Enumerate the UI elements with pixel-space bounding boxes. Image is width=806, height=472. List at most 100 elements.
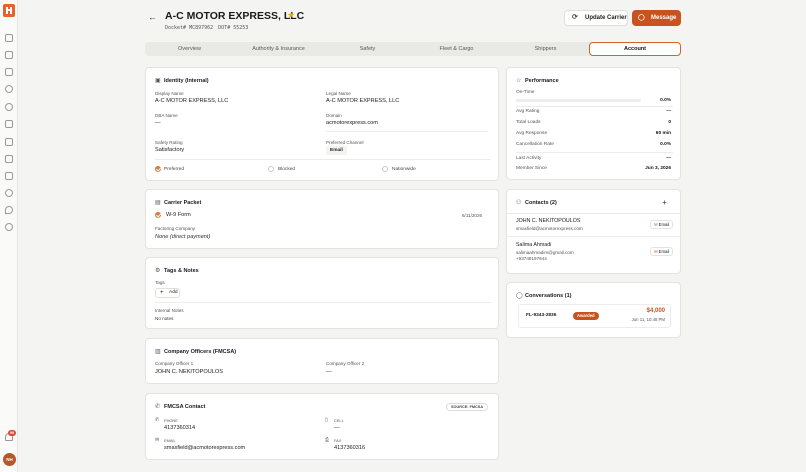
contact-name: Salima Ahmadi bbox=[516, 242, 552, 248]
fax-label: FAX bbox=[334, 438, 342, 443]
email-value[interactable]: smaxfield@acmotorexpress.com bbox=[164, 445, 245, 451]
globe-icon[interactable] bbox=[5, 103, 13, 111]
contact-email-button[interactable]: ✉Email bbox=[650, 220, 674, 229]
shipment-icon[interactable] bbox=[5, 138, 13, 146]
cell-label: CELL bbox=[334, 418, 344, 423]
contacts-card: ⚇ Contacts (2) + JOHN C. NEKITOPOULOS sm… bbox=[506, 189, 682, 274]
document-icon[interactable] bbox=[5, 155, 13, 163]
phone-value[interactable]: 4137360314 bbox=[164, 425, 195, 431]
w9-check-icon bbox=[155, 212, 161, 218]
display-name-value[interactable]: A-C MOTOR EXPRESS, LLC bbox=[155, 98, 228, 104]
factoring-value[interactable]: None (direct payment) bbox=[155, 234, 210, 240]
avatar[interactable]: NH bbox=[3, 453, 16, 466]
id-card-icon: ▣ bbox=[155, 78, 161, 84]
phone-icon: ✆ bbox=[155, 404, 161, 410]
internal-notes-label: Internal Notes bbox=[155, 308, 184, 313]
users-icon[interactable] bbox=[5, 223, 13, 231]
perf-row-value: 0.0% bbox=[660, 142, 671, 147]
member-since-label: Member Since bbox=[516, 166, 547, 171]
dot-number: DOT# 55253 bbox=[218, 25, 249, 31]
users-icon: ⚇ bbox=[516, 200, 522, 206]
w9-form-link[interactable]: W-9 Form bbox=[166, 212, 191, 218]
conversation-amount: $4,000 bbox=[646, 308, 665, 314]
carrier-packet-title: Carrier Packet bbox=[164, 200, 202, 206]
message-icon[interactable] bbox=[5, 189, 13, 197]
nationwide-checkbox[interactable] bbox=[382, 166, 388, 172]
docket-number: Docket# MC897962 bbox=[165, 25, 214, 31]
divider bbox=[326, 131, 488, 132]
officer-1-label: Company Officer 1 bbox=[155, 361, 194, 366]
preferred-channel-select[interactable]: Email bbox=[326, 146, 347, 155]
back-arrow-icon[interactable]: ← bbox=[148, 12, 157, 22]
message-button[interactable]: ◯ Message bbox=[632, 10, 681, 26]
refresh-icon: ⟳ bbox=[572, 14, 578, 21]
officer-1-value: JOHN C. NEKITOPOULOS bbox=[155, 369, 223, 375]
contact-email: smaxfield@acmotorexpress.com bbox=[516, 226, 583, 231]
update-carrier-label: Update Carrier bbox=[585, 15, 627, 21]
update-carrier-button[interactable]: ⟳ Update Carrier bbox=[564, 10, 628, 26]
conversation-item[interactable]: FL-9343-2836 Awarded $4,000 Jun 11, 10:4… bbox=[518, 304, 671, 328]
preferred-checkbox[interactable] bbox=[155, 166, 161, 172]
perf-row-label: Avg Rating bbox=[516, 109, 540, 114]
chat-icon[interactable] bbox=[5, 51, 13, 59]
logo[interactable] bbox=[3, 4, 15, 17]
truck-icon[interactable] bbox=[5, 68, 13, 76]
notification-badge: 99 bbox=[8, 430, 16, 436]
on-time-value: 0.0% bbox=[660, 98, 671, 103]
perf-row-label: Total Loads bbox=[516, 120, 541, 125]
officer-2-value: — bbox=[326, 369, 332, 375]
dba-label: DBA Name bbox=[155, 113, 178, 118]
divider bbox=[507, 236, 682, 237]
tags-notes-title: Tags & Notes bbox=[164, 268, 199, 274]
officer-2-label: Company Officer 2 bbox=[326, 361, 365, 366]
divider bbox=[516, 152, 673, 153]
divider bbox=[516, 106, 673, 107]
safety-rating-value: Satisfactory bbox=[155, 147, 185, 153]
building-icon[interactable] bbox=[5, 120, 13, 128]
add-contact-icon[interactable]: + bbox=[662, 198, 667, 207]
performance-title: Performance bbox=[525, 78, 559, 84]
mail-icon: ✉ bbox=[654, 249, 658, 254]
chat-icon: ◯ bbox=[516, 293, 523, 299]
logo-mark bbox=[6, 7, 12, 14]
fax-icon: ⎙ bbox=[325, 437, 330, 443]
domain-label: Domain bbox=[326, 113, 342, 118]
blocked-label: Blocked bbox=[278, 167, 296, 172]
last-activity-value: — bbox=[666, 156, 671, 161]
legal-name-label: Legal Name bbox=[326, 91, 351, 96]
tab-authority-insurance[interactable]: Authority & Insurance bbox=[234, 42, 323, 56]
contact-name: JOHN C. NEKITOPOULOS bbox=[516, 218, 581, 224]
conversation-date: Jun 11, 10:48 PM bbox=[631, 317, 665, 322]
identity-card: ▣ Identity (Internal) Display Name A-C M… bbox=[145, 67, 499, 181]
factoring-label: Factoring Company bbox=[155, 226, 196, 231]
contact-email-button[interactable]: ✉Email bbox=[650, 247, 674, 256]
divider bbox=[155, 302, 491, 303]
add-tag-button[interactable]: + Add bbox=[155, 288, 180, 298]
domain-value[interactable]: acmotorexpress.com bbox=[326, 120, 378, 126]
document-icon: ▤ bbox=[155, 200, 161, 206]
message-label: Message bbox=[651, 15, 677, 21]
phone-icon[interactable] bbox=[5, 85, 13, 93]
tab-safety[interactable]: Safety bbox=[323, 42, 412, 56]
tab-account[interactable]: Account bbox=[589, 42, 681, 56]
tab-shippers[interactable]: Shippers bbox=[501, 42, 590, 56]
star-icon[interactable]: ★ bbox=[287, 10, 295, 21]
divider bbox=[155, 159, 491, 160]
email-icon: ✉ bbox=[155, 437, 160, 443]
home-icon[interactable] bbox=[5, 34, 13, 42]
cell-icon: ▯ bbox=[325, 417, 328, 423]
member-since-value: Jun 3, 2026 bbox=[645, 166, 671, 171]
blocked-checkbox[interactable] bbox=[268, 166, 274, 172]
email-label: EMAIL bbox=[164, 438, 176, 443]
location-icon[interactable] bbox=[5, 206, 13, 214]
conversations-title: Conversations (1) bbox=[525, 293, 572, 299]
perf-row-value: — bbox=[666, 109, 671, 114]
internal-notes-value[interactable]: No notes bbox=[155, 316, 173, 321]
invoice-icon[interactable] bbox=[5, 172, 13, 180]
divider bbox=[507, 213, 682, 214]
status-badge: Awarded bbox=[573, 312, 599, 320]
tab-overview[interactable]: Overview bbox=[145, 42, 234, 56]
dba-value[interactable]: — bbox=[155, 120, 161, 126]
tab-fleet-cargo[interactable]: Fleet & Cargo bbox=[412, 42, 501, 56]
conversations-card: ◯ Conversations (1) FL-9343-2836 Awarded… bbox=[506, 282, 681, 338]
